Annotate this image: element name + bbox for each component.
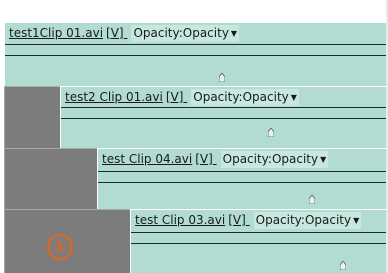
- timeline-panel: test1Clip 01.avi [V] Opacity:Opacity ▼ tes…: [0, 0, 388, 273]
- clip-name: test Clip 03.avi: [135, 213, 226, 227]
- keyframe-marker-icon[interactable]: [340, 261, 346, 270]
- clip-label: test Clip 04.avi [V] Opacity:Opacity ▼: [101, 151, 330, 168]
- triangle-down-icon: ▼: [230, 29, 238, 38]
- triangle-down-icon: ▼: [320, 155, 327, 164]
- clip-label: test2 Clip 01.avi [V] Opacity:Opacity ▼: [64, 89, 300, 106]
- clip-top-line: [98, 171, 386, 172]
- keyframe-marker-icon[interactable]: [268, 128, 274, 137]
- opacity-label: Opacity:Opacity: [222, 152, 319, 166]
- annotation-number-badge: ①: [47, 234, 73, 260]
- clip-track-3[interactable]: test Clip 04.avi [V] Opacity:Opacity ▼: [97, 148, 386, 209]
- clip-header: test Clip 03.avi [V] Opacity:Opacity ▼: [131, 210, 386, 231]
- rubberband-line[interactable]: [5, 55, 386, 56]
- rubberband-line[interactable]: [98, 182, 386, 183]
- clip-label: test1Clip 01.avi [V] Opacity:Opacity ▼: [8, 25, 241, 42]
- rubberband-line[interactable]: [61, 118, 386, 119]
- clip-name: test2 Clip 01.avi: [65, 90, 163, 104]
- opacity-label: Opacity:Opacity: [133, 26, 229, 40]
- clip-type-tag: [V]: [165, 90, 184, 104]
- clip-track-2[interactable]: test2 Clip 01.avi [V] Opacity:Opacity ▼: [60, 86, 386, 148]
- opacity-dropdown[interactable]: Opacity:Opacity ▼: [253, 212, 362, 229]
- clip-header: test1Clip 01.avi [V] Opacity:Opacity ▼: [5, 23, 386, 44]
- clip-top-line: [131, 232, 386, 233]
- clip-top-line: [61, 107, 386, 108]
- empty-track-area-2: [4, 86, 60, 148]
- annotation-label: ①: [53, 237, 67, 256]
- clip-type-tag: [V]: [228, 213, 246, 227]
- opacity-dropdown[interactable]: Opacity:Opacity ▼: [191, 89, 299, 106]
- triangle-down-icon: ▼: [290, 93, 297, 102]
- opacity-label: Opacity:Opacity: [255, 213, 352, 227]
- triangle-down-icon: ▼: [353, 216, 360, 225]
- clip-track-4[interactable]: test Clip 03.avi [V] Opacity:Opacity ▼: [130, 209, 386, 273]
- clip-header: test2 Clip 01.avi [V] Opacity:Opacity ▼: [61, 87, 386, 108]
- opacity-dropdown[interactable]: Opacity:Opacity ▼: [220, 151, 329, 168]
- clip-top-line: [5, 44, 386, 45]
- opacity-label: Opacity:Opacity: [193, 90, 289, 104]
- clip-label: test Clip 03.avi [V] Opacity:Opacity ▼: [134, 212, 363, 229]
- clip-name: test Clip 04.avi: [102, 152, 193, 166]
- clip-track-1[interactable]: test1Clip 01.avi [V] Opacity:Opacity ▼: [4, 22, 386, 86]
- keyframe-marker-icon[interactable]: [309, 195, 315, 204]
- clip-name: test1Clip 01.avi: [9, 26, 104, 40]
- keyframe-marker-icon[interactable]: [219, 73, 225, 82]
- clip-type-tag: [V]: [195, 152, 213, 166]
- empty-track-area-3: [4, 148, 97, 209]
- clip-header: test Clip 04.avi [V] Opacity:Opacity ▼: [98, 149, 386, 170]
- rubberband-line[interactable]: [131, 243, 386, 244]
- clip-type-tag: [V]: [106, 26, 124, 40]
- opacity-dropdown[interactable]: Opacity:Opacity ▼: [131, 25, 240, 42]
